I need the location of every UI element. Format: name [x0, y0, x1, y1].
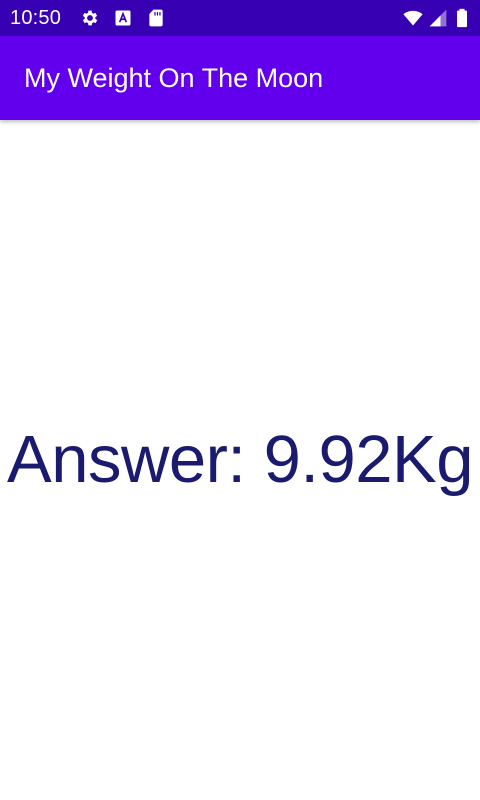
- status-bar: 10:50: [0, 0, 480, 36]
- main-content: Answer: 9.92Kg: [0, 120, 480, 800]
- cell-signal-icon: [428, 8, 448, 28]
- sd-card-icon: [146, 8, 166, 28]
- settings-icon: [80, 8, 100, 28]
- status-time: 10:50: [10, 7, 62, 29]
- answer-text: Answer: 9.92Kg: [7, 422, 474, 497]
- app-title: My Weight On The Moon: [24, 63, 324, 93]
- battery-icon: [454, 8, 470, 28]
- app-bar: My Weight On The Moon: [0, 36, 480, 120]
- wifi-icon: [402, 8, 424, 28]
- font-a-icon: [113, 8, 133, 28]
- app-screen: 10:50 My Weight On The Moon Answer: 9.92…: [0, 0, 480, 800]
